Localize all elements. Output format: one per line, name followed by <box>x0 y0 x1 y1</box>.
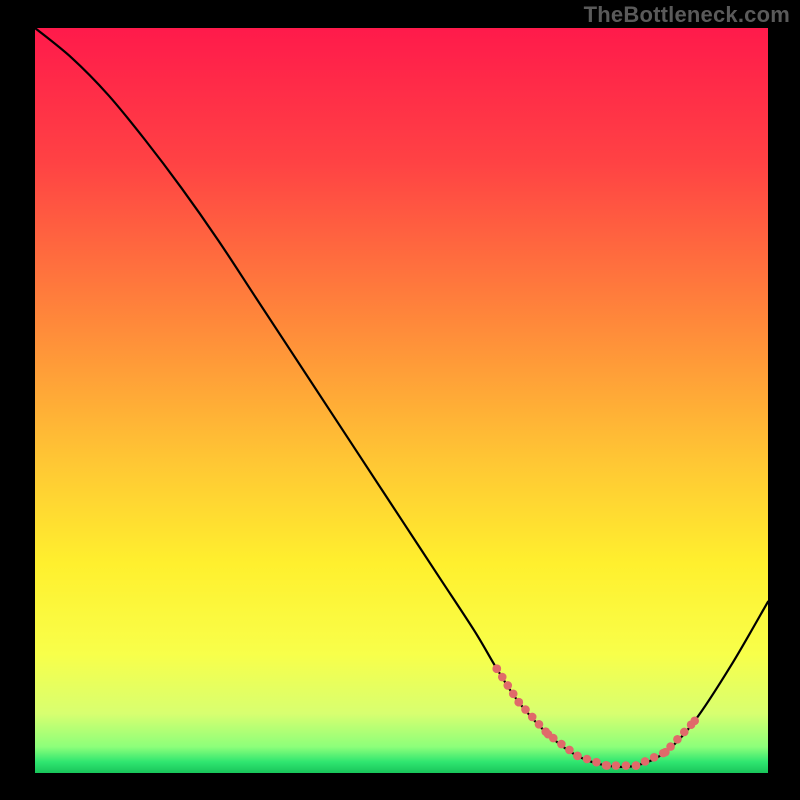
marker-dot <box>583 755 592 764</box>
marker-dot <box>661 748 670 757</box>
marker-dot <box>565 746 574 755</box>
marker-dot <box>521 705 530 714</box>
marker-dot <box>557 740 566 749</box>
marker-dot <box>544 730 553 739</box>
marker-dot <box>612 761 621 770</box>
marker-dot <box>509 689 518 698</box>
marker-dot <box>503 681 512 690</box>
marker-dot <box>535 720 544 729</box>
bottleneck-chart <box>0 0 800 800</box>
marker-dot <box>528 713 537 722</box>
marker-dot <box>573 752 582 761</box>
marker-dot <box>641 757 650 766</box>
marker-dot <box>602 761 611 770</box>
marker-dot <box>514 698 523 707</box>
marker-dot <box>592 758 601 767</box>
marker-dot <box>690 717 699 726</box>
marker-dot <box>650 753 659 762</box>
marker-dot <box>622 761 631 770</box>
marker-dot <box>498 673 507 682</box>
marker-dot <box>492 664 501 673</box>
marker-dot <box>632 761 641 770</box>
marker-dot <box>673 735 682 744</box>
marker-dot <box>680 728 689 737</box>
